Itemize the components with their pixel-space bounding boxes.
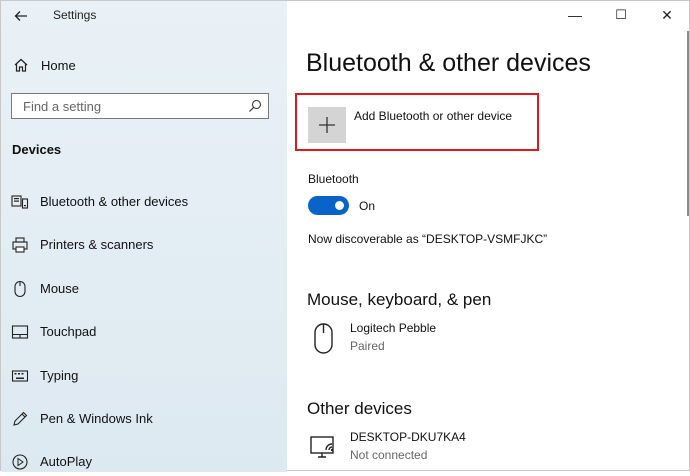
mouse-icon	[14, 280, 26, 298]
search-input[interactable]: Find a setting	[11, 93, 269, 119]
bluetooth-toggle[interactable]	[308, 196, 349, 215]
minimize-button[interactable]: —	[564, 5, 586, 25]
sidebar-item-bluetooth[interactable]: Bluetooth & other devices	[1, 188, 287, 216]
autoplay-icon	[12, 454, 28, 470]
add-device-tile[interactable]	[308, 107, 346, 143]
sidebar-item-typing[interactable]: Typing	[1, 362, 287, 390]
section-title: Devices	[12, 142, 62, 157]
device-status: Not connected	[350, 448, 428, 462]
sidebar-item-pen[interactable]: Pen & Windows Ink	[1, 405, 287, 433]
touchpad-icon	[11, 325, 29, 339]
pen-icon	[13, 411, 28, 426]
mouse-icon	[314, 323, 333, 354]
close-button[interactable]: ✕	[656, 5, 678, 25]
sidebar-item-mouse[interactable]: Mouse	[1, 275, 287, 303]
sidebar-item-autoplay[interactable]: AutoPlay	[1, 448, 287, 476]
device-status: Paired	[350, 339, 385, 353]
device-item-mouse[interactable]: Logitech Pebble Paired	[309, 321, 629, 361]
search-placeholder: Find a setting	[23, 99, 102, 114]
sidebar-item-label: Typing	[40, 368, 79, 383]
back-arrow-icon	[14, 11, 27, 21]
toggle-knob	[335, 201, 344, 210]
sidebar-item-label: Touchpad	[40, 324, 97, 339]
sidebar-item-label: AutoPlay	[40, 454, 93, 469]
keyboard-icon	[11, 370, 29, 382]
printer-icon	[12, 237, 28, 253]
sidebar: Settings Home Find a setting Devices Blu…	[1, 1, 287, 472]
mouse-section-title: Mouse, keyboard, & pen	[307, 290, 492, 309]
discoverable-text: Now discoverable as “DESKTOP-VSMFJKC”	[308, 232, 548, 246]
wireless-display-icon	[310, 436, 334, 458]
device-item-desktop[interactable]: DESKTOP-DKU7KA4 Not connected	[309, 430, 629, 470]
maximize-button[interactable]: ☐	[610, 5, 632, 25]
device-name: Logitech Pebble	[350, 321, 437, 335]
add-device-label: Add Bluetooth or other device	[354, 109, 513, 123]
sidebar-item-label: Printers & scanners	[40, 237, 154, 252]
other-section-title: Other devices	[307, 399, 412, 418]
window-controls: — ☐ ✕	[549, 1, 689, 31]
bluetooth-label: Bluetooth	[308, 172, 359, 186]
plus-icon	[319, 117, 335, 133]
page-title: Bluetooth & other devices	[306, 49, 591, 77]
back-button[interactable]	[11, 6, 31, 26]
sidebar-item-label: Pen & Windows Ink	[40, 411, 153, 426]
home-icon	[14, 58, 28, 72]
bluetooth-state: On	[359, 199, 376, 213]
sidebar-item-touchpad[interactable]: Touchpad	[1, 318, 287, 346]
sidebar-item-label: Mouse	[40, 281, 80, 296]
sidebar-item-label: Bluetooth & other devices	[40, 194, 189, 209]
nav-home[interactable]: Home	[1, 53, 287, 79]
device-name: DESKTOP-DKU7KA4	[350, 430, 466, 444]
add-device-button[interactable]: Add Bluetooth or other device	[295, 93, 539, 151]
bluetooth-devices-icon	[11, 195, 29, 209]
scrollbar[interactable]	[687, 31, 689, 216]
search-icon[interactable]	[248, 99, 262, 113]
nav-home-label: Home	[41, 58, 76, 73]
app-title: Settings	[53, 8, 97, 22]
title-bar: Settings	[1, 1, 287, 31]
sidebar-item-printers[interactable]: Printers & scanners	[1, 231, 287, 259]
